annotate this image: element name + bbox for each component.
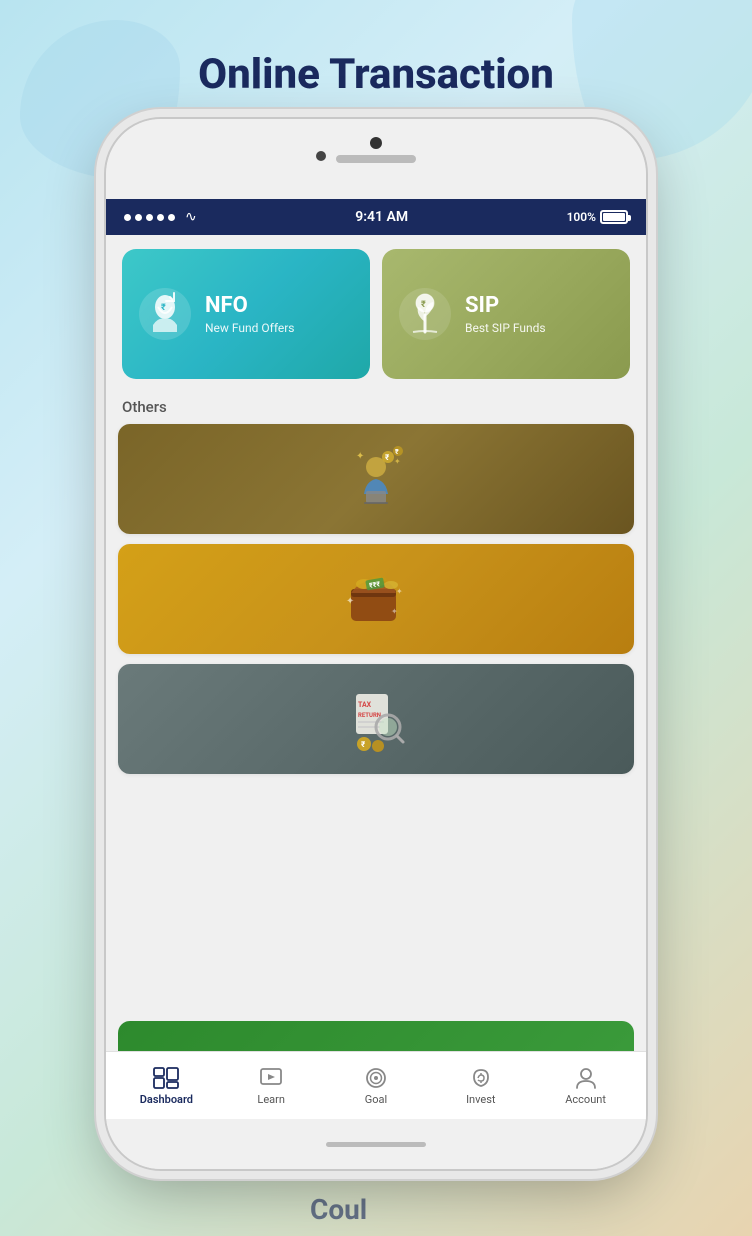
sip-title: SIP xyxy=(465,293,546,319)
signal-dot-3 xyxy=(146,214,153,221)
svg-text:₹: ₹ xyxy=(161,303,166,313)
wifi-icon: ∿ xyxy=(185,209,197,225)
nfo-subtitle: New Fund Offers xyxy=(205,321,295,335)
goal-label: Goal xyxy=(365,1093,387,1106)
phone-bottom xyxy=(106,1119,646,1169)
list-item[interactable]: ₹ ₹ ✦ ✦ Choose Yourself All funds under … xyxy=(118,424,634,534)
choose-yourself-thumb: ₹ ₹ ✦ ✦ xyxy=(118,424,634,534)
screen-content: ₹ NFO New Fund Offers xyxy=(106,235,646,1119)
svg-text:₹: ₹ xyxy=(395,448,399,456)
others-label: Others xyxy=(122,398,167,416)
nav-goal[interactable]: Goal xyxy=(324,1066,429,1106)
signal-dot-1 xyxy=(124,214,131,221)
page-title: Online Transaction xyxy=(198,0,554,119)
battery-percentage: 100% xyxy=(567,210,596,224)
learn-icon xyxy=(257,1066,285,1090)
list-item[interactable]: ₹₹₹ ✦ ✦ ✦ Invest in Emergency Funds My P… xyxy=(118,544,634,654)
dashboard-label: Dashboard xyxy=(140,1093,193,1106)
feature-cards: ₹ NFO New Fund Offers xyxy=(106,235,646,389)
nav-account[interactable]: Account xyxy=(533,1066,638,1106)
svg-text:₹: ₹ xyxy=(421,300,426,310)
battery-fill xyxy=(603,213,625,221)
nav-invest[interactable]: Invest xyxy=(428,1066,533,1106)
others-section: Others xyxy=(106,389,646,420)
sip-card[interactable]: ₹ SIP Best SIP Funds xyxy=(382,249,630,379)
sip-subtitle: Best SIP Funds xyxy=(465,321,546,335)
dashboard-icon xyxy=(152,1066,180,1090)
phone-screen: ∿ 9:41 AM 100% xyxy=(106,199,646,1119)
svg-text:✦: ✦ xyxy=(356,451,364,462)
status-bar: ∿ 9:41 AM 100% xyxy=(106,199,646,235)
svg-text:✦: ✦ xyxy=(394,457,401,466)
nav-dashboard[interactable]: Dashboard xyxy=(114,1066,219,1106)
nfo-title: NFO xyxy=(205,293,295,319)
sip-card-text: SIP Best SIP Funds xyxy=(465,293,546,335)
account-label: Account xyxy=(565,1093,606,1106)
svg-text:TAX: TAX xyxy=(358,701,372,709)
speaker xyxy=(336,155,416,163)
signal-dots: ∿ xyxy=(124,209,197,225)
emergency-funds-thumb: ₹₹₹ ✦ ✦ ✦ xyxy=(118,544,634,654)
nfo-card-text: NFO New Fund Offers xyxy=(205,293,295,335)
invest-label: Invest xyxy=(466,1093,495,1106)
invest-icon xyxy=(467,1066,495,1090)
svg-text:✦: ✦ xyxy=(396,587,403,596)
partial-text: Coul xyxy=(310,1193,367,1226)
battery-indicator: 100% xyxy=(567,210,628,224)
phone-frame: ∿ 9:41 AM 100% xyxy=(106,119,646,1169)
nav-learn[interactable]: Learn xyxy=(219,1066,324,1106)
account-icon xyxy=(572,1066,600,1090)
phone-top xyxy=(106,119,646,199)
svg-text:✦: ✦ xyxy=(346,596,354,607)
svg-text:✦: ✦ xyxy=(391,607,398,616)
partial-list-item xyxy=(118,1021,634,1051)
signal-dot-5 xyxy=(168,214,175,221)
signal-dot-4 xyxy=(157,214,164,221)
camera-dot xyxy=(370,137,382,149)
investment-list: ₹ ₹ ✦ ✦ Choose Yourself All funds under … xyxy=(106,420,646,1021)
learn-label: Learn xyxy=(257,1093,285,1106)
front-camera xyxy=(316,151,326,161)
nfo-card[interactable]: ₹ NFO New Fund Offers xyxy=(122,249,370,379)
battery-icon xyxy=(600,210,628,224)
bottom-navigation: Dashboard Learn xyxy=(106,1051,646,1119)
list-item[interactable]: TAX RETURN ₹ xyxy=(118,664,634,774)
sip-card-icon: ₹ xyxy=(398,287,453,342)
status-time: 9:41 AM xyxy=(355,209,408,225)
svg-text:RETURN: RETURN xyxy=(358,712,381,719)
home-indicator xyxy=(326,1142,426,1147)
goal-icon xyxy=(362,1066,390,1090)
tax-savings-thumb: TAX RETURN ₹ xyxy=(118,664,634,774)
signal-dot-2 xyxy=(135,214,142,221)
nfo-card-icon: ₹ xyxy=(138,287,193,342)
